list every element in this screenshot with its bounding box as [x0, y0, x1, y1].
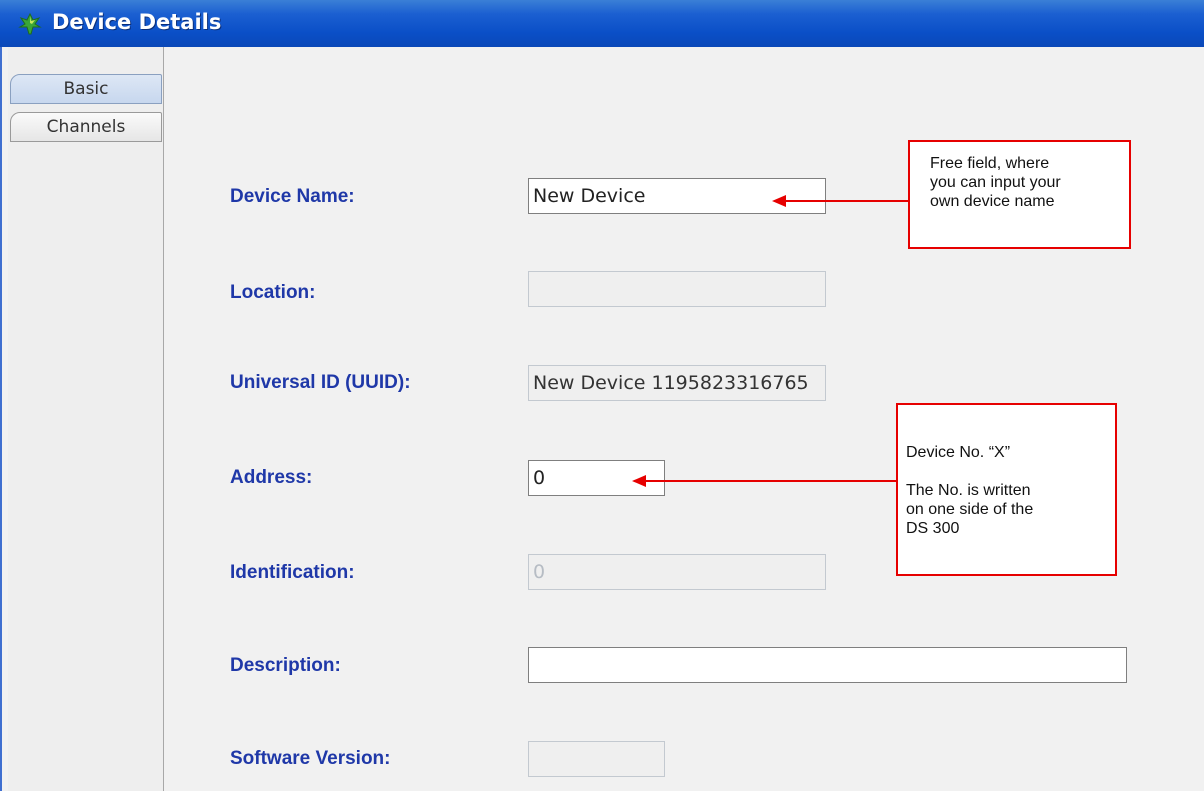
- callout-line: DS 300: [906, 520, 960, 537]
- callout-line: Free field, where: [930, 155, 1050, 172]
- title-bar[interactable]: Device Details: [0, 0, 1204, 47]
- description-label: Description:: [230, 655, 341, 676]
- device-name-label: Device Name:: [230, 186, 355, 207]
- address-label: Address:: [230, 467, 313, 488]
- software-version-label: Software Version:: [230, 748, 391, 769]
- callout-line: on one side of the: [906, 501, 1034, 518]
- tab-basic[interactable]: Basic: [10, 74, 162, 104]
- device-name-arrow: [772, 195, 908, 207]
- address-callout: Device No. “X” The No. is written on one…: [896, 403, 1117, 576]
- location-input[interactable]: [528, 271, 826, 307]
- location-label: Location:: [230, 282, 316, 303]
- callout-line: you can input your: [930, 174, 1061, 191]
- tab-pane: [8, 47, 164, 791]
- device-details-window: Device Details Basic Channels Device Nam…: [0, 0, 1204, 791]
- window-title: Device Details: [52, 10, 222, 34]
- device-name-callout: Free field, where you can input your own…: [908, 140, 1131, 249]
- callout-line: [906, 462, 1105, 481]
- software-version-input[interactable]: [528, 741, 665, 777]
- callout-line: The No. is written: [906, 482, 1031, 499]
- uuid-input[interactable]: New Device 1195823316765: [528, 365, 826, 401]
- tab-channels[interactable]: Channels: [10, 112, 162, 142]
- green-tree-icon: [18, 12, 42, 35]
- address-arrow: [632, 475, 898, 487]
- identification-input[interactable]: 0: [528, 554, 826, 590]
- uuid-value: New Device 1195823316765: [533, 372, 809, 394]
- uuid-label: Universal ID (UUID):: [230, 372, 411, 393]
- description-input[interactable]: [528, 647, 1127, 683]
- callout-line: own device name: [930, 193, 1055, 210]
- callout-line: Device No. “X”: [906, 444, 1011, 461]
- identification-label: Identification:: [230, 562, 355, 583]
